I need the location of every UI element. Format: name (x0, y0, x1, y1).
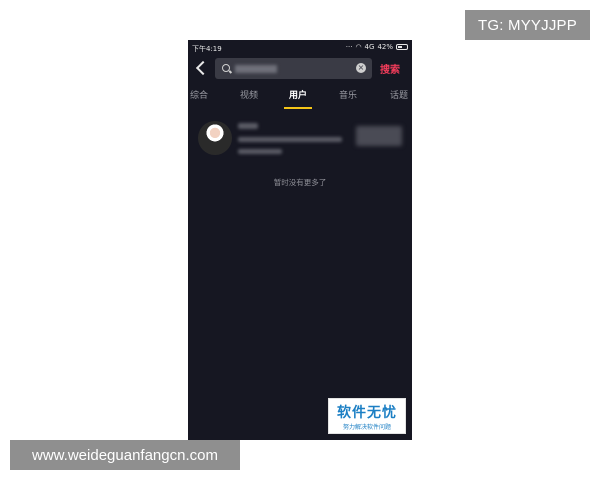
search-icon (222, 64, 230, 72)
tab-music[interactable]: 音乐 (339, 88, 357, 101)
brand-slogan: 努力解决软件问题 (342, 424, 391, 431)
brand-name: 软件无忧 (337, 405, 397, 421)
signal-icon: ··· (345, 43, 353, 51)
tab-users[interactable]: 用户 (289, 88, 307, 101)
user-result-item[interactable] (188, 118, 412, 162)
end-of-results-message: 暂时没有更多了 (273, 178, 327, 187)
tab-all[interactable]: 综合 (190, 88, 208, 101)
clear-icon[interactable]: × (356, 63, 366, 73)
search-row: × 搜索 (188, 56, 412, 82)
active-tab-indicator (284, 107, 312, 109)
user-id-redacted (238, 137, 342, 142)
avatar[interactable] (198, 121, 232, 155)
search-input[interactable]: × (215, 58, 372, 79)
battery-percent: 42% (377, 43, 393, 51)
user-info-redacted (238, 149, 282, 154)
back-icon[interactable] (195, 60, 211, 76)
status-time: 下午4:19 (192, 45, 222, 53)
tab-topics[interactable]: 话题 (390, 88, 408, 101)
status-indicators: ··· ◠ 4G 42% (346, 43, 408, 51)
url-watermark: www.weideguanfangcn.com (10, 440, 240, 470)
battery-icon (396, 44, 408, 50)
phone-screen: 下午4:19 ··· ◠ 4G 42% × 搜索 综合 视频 用户 音乐 话题 … (188, 40, 412, 440)
tg-watermark: TG: MYYJJPP (465, 10, 590, 40)
network-type: 4G (364, 43, 375, 51)
wifi-icon: ◠ (355, 43, 362, 51)
username-redacted (238, 123, 258, 129)
status-bar: 下午4:19 ··· ◠ 4G 42% (188, 40, 412, 56)
search-query-redacted (235, 65, 277, 73)
result-tabs: 综合 视频 用户 音乐 话题 (188, 88, 412, 110)
tab-videos[interactable]: 视频 (240, 88, 258, 101)
brand-logo: 软件无忧 努力解决软件问题 (328, 398, 406, 434)
search-button[interactable]: 搜索 (380, 61, 400, 76)
follow-button-redacted[interactable] (356, 126, 402, 146)
